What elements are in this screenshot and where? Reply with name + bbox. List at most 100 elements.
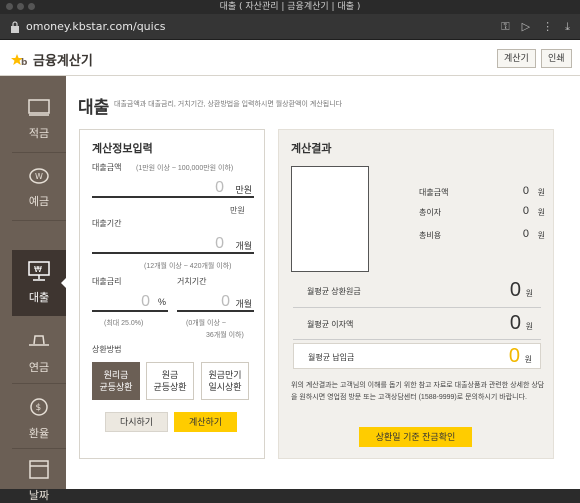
kb-star-icon: b xyxy=(11,53,28,67)
sidebar-item-label: 환율 xyxy=(28,427,50,440)
maximize-window-button[interactable] xyxy=(28,3,35,10)
monthly-row-interest: 월평균 이자액 0 원 xyxy=(293,311,541,337)
sidebar-item-label: 대출 xyxy=(28,291,50,304)
sidebar: 적금 W 예금 ₩ 대출 연금 $ 환율 날짜 xyxy=(0,76,67,502)
rate-value[interactable]: 0 xyxy=(141,293,150,311)
repay-option-equal-principal[interactable]: 원금 균등상환 xyxy=(146,362,194,400)
period-hint: (12개월 이상 ~ 420개월 이하) xyxy=(144,263,232,270)
logo[interactable]: b 금융계산기 xyxy=(10,50,93,69)
sidebar-item-exchange[interactable]: $ 환율 xyxy=(12,386,66,452)
monthly-row-principal: 월평균 상환원금 0 원 xyxy=(293,278,541,304)
total-row-amount: 대출금액 0 원 xyxy=(419,185,545,199)
rate-hint: (최대 25.0%) xyxy=(104,320,144,327)
repay-option-line: 일시상환 xyxy=(208,382,242,392)
sidebar-item-pension[interactable]: 연금 xyxy=(12,320,66,386)
menu-icon[interactable]: ⋮ xyxy=(542,20,553,34)
rate-input[interactable]: 0 % xyxy=(92,290,168,312)
calculate-button[interactable]: 계산하기 xyxy=(174,412,237,432)
divider xyxy=(293,339,541,340)
monthly-label: 월평균 이자액 xyxy=(307,320,354,329)
total-unit: 원 xyxy=(537,231,545,240)
monthly-row-payment: 월평균 납입금 0 원 xyxy=(293,343,541,369)
rate-label: 대출금리 xyxy=(92,277,122,286)
brand-name: 금융계산기 xyxy=(33,53,93,68)
amount-hint: (1만원 이상 ~ 100,000만원 이하) xyxy=(136,165,234,172)
send-icon[interactable]: ▷ xyxy=(522,20,530,34)
period-label: 대출기간 xyxy=(92,219,122,228)
amount-input[interactable]: 0 만원 xyxy=(92,176,254,198)
repay-option-line: 원금 xyxy=(161,370,179,380)
total-value: 0 xyxy=(522,185,529,197)
repay-label: 상환방법 xyxy=(92,345,122,354)
divider xyxy=(293,307,541,308)
window-titlebar: 대출 ( 자산관리 | 금융계산기 | 대출 ) xyxy=(0,0,580,14)
monthly-value: 0 xyxy=(509,279,521,301)
grace-value[interactable]: 0 xyxy=(221,293,230,311)
minimize-window-button[interactable] xyxy=(17,3,24,10)
sidebar-item-date[interactable]: 날짜 xyxy=(12,454,66,502)
app-header: b 금융계산기 계산기 인쇄 xyxy=(0,40,580,76)
piggy-bank-icon: W xyxy=(29,168,49,184)
calendar-icon xyxy=(29,460,49,479)
exchange-icon: $ xyxy=(30,398,48,416)
reset-button[interactable]: 다시하기 xyxy=(105,412,168,432)
calculator-button[interactable]: 계산기 xyxy=(497,49,536,68)
input-heading: 계산정보입력 xyxy=(92,143,153,155)
loan-monitor-icon: ₩ xyxy=(28,261,50,281)
lock-icon xyxy=(11,21,19,33)
monthly-unit: 원 xyxy=(525,289,533,298)
hat-icon xyxy=(29,335,49,346)
page-title: 대출 xyxy=(78,98,110,117)
amount-unit-below: 만원 xyxy=(230,206,245,215)
balance-check-button[interactable]: 상환일 기준 잔금확인 xyxy=(359,427,472,447)
result-panel: 계산결과 대출금액 0 원 총이자 0 원 총비용 0 원 월평균 상환원금 0… xyxy=(278,129,554,459)
amount-unit: 만원 xyxy=(235,185,252,195)
svg-text:$: $ xyxy=(36,403,42,413)
divider xyxy=(12,152,66,153)
repay-option-line: 원리금 xyxy=(103,370,129,380)
key-icon[interactable]: ⚿ xyxy=(501,20,509,34)
total-label: 대출금액 xyxy=(419,188,449,197)
period-value[interactable]: 0 xyxy=(215,235,224,253)
divider xyxy=(12,220,66,221)
total-unit: 원 xyxy=(537,208,545,217)
svg-text:b: b xyxy=(21,58,28,67)
divider xyxy=(12,383,66,384)
window-title: 대출 ( 자산관리 | 금융계산기 | 대출 ) xyxy=(219,2,361,12)
monthly-label: 월평균 상환원금 xyxy=(307,287,361,296)
sidebar-item-label: 날짜 xyxy=(28,489,50,502)
period-unit: 개월 xyxy=(235,241,252,251)
total-row-cost: 총비용 0 원 xyxy=(419,228,545,242)
sidebar-item-loan[interactable]: ₩ 대출 xyxy=(12,250,67,316)
sidebar-item-deposit[interactable]: W 예금 xyxy=(12,154,66,220)
main-content: 대출 대출금액과 대출금리, 거치기간, 상환방법을 입력하시면 월상환액이 계… xyxy=(66,76,580,489)
grace-hint-2: 36개월 이하) xyxy=(206,332,244,339)
repay-option-equal-payment[interactable]: 원리금 균등상환 xyxy=(92,362,140,400)
sidebar-item-savings[interactable]: 적금 xyxy=(12,86,66,152)
total-label: 총비용 xyxy=(419,231,442,240)
total-unit: 원 xyxy=(537,188,545,197)
grace-unit: 개월 xyxy=(235,299,252,309)
close-window-button[interactable] xyxy=(6,3,13,10)
download-icon[interactable]: ⤓ xyxy=(565,20,570,34)
repay-option-bullet[interactable]: 원금만기 일시상환 xyxy=(201,362,249,400)
result-heading: 계산결과 xyxy=(291,143,332,155)
total-row-interest: 총이자 0 원 xyxy=(419,205,545,219)
grace-input[interactable]: 0 개월 xyxy=(177,290,254,312)
print-button[interactable]: 인쇄 xyxy=(541,49,572,68)
sidebar-item-label: 연금 xyxy=(28,361,50,374)
period-input[interactable]: 0 개월 xyxy=(92,232,254,254)
page: b 금융계산기 계산기 인쇄 적금 W 예금 ₩ 대출 연금 $ 환율 날짜 대… xyxy=(0,40,580,502)
sidebar-item-label: 적금 xyxy=(28,127,50,140)
grace-label: 거치기간 xyxy=(177,277,207,286)
rate-unit: % xyxy=(157,297,166,307)
url-text[interactable]: omoney.kbstar.com/quics xyxy=(26,20,166,33)
monthly-unit: 원 xyxy=(525,322,533,331)
address-bar[interactable]: omoney.kbstar.com/quics ⚿ ▷ ⋮ ⤓ xyxy=(0,14,580,40)
monthly-unit: 원 xyxy=(524,355,532,364)
sidebar-item-label: 예금 xyxy=(28,195,50,208)
total-value: 0 xyxy=(522,228,529,240)
page-subtitle: 대출금액과 대출금리, 거치기간, 상환방법을 입력하시면 월상환액이 계산됩니… xyxy=(114,101,343,108)
window-controls[interactable] xyxy=(6,3,35,10)
amount-value[interactable]: 0 xyxy=(215,179,224,197)
